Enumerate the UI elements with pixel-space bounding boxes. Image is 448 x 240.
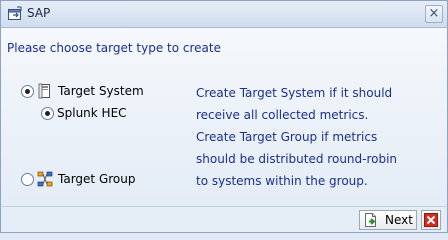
next-label: Next xyxy=(385,213,413,227)
description-line: Create Target Group if metrics xyxy=(196,130,378,144)
title-bar[interactable]: SAP × xyxy=(1,1,447,28)
close-icon: × xyxy=(428,6,440,21)
button-bar: Next xyxy=(1,206,447,232)
next-button[interactable]: Next xyxy=(359,210,417,230)
target-group-radio[interactable] xyxy=(21,172,34,186)
target-group-label: Target Group xyxy=(58,172,136,186)
description-line: receive all collected metrics. xyxy=(196,108,369,122)
description-line: to systems within the group. xyxy=(196,174,368,188)
cancel-icon xyxy=(424,213,438,227)
next-icon xyxy=(365,213,376,227)
dialog-title: SAP xyxy=(27,6,51,20)
target-group-icon xyxy=(37,171,53,187)
target-system-radio[interactable] xyxy=(21,84,34,98)
dialog-content: Please choose target type to create Targ… xyxy=(1,28,447,206)
cancel-button[interactable] xyxy=(421,210,441,230)
description-line: should be distributed round-robin xyxy=(196,152,398,166)
option-splunk-hec[interactable]: Splunk HEC xyxy=(41,105,127,121)
description-line: Create Target System if it should xyxy=(196,86,393,100)
dialog-window: SAP × Please choose target type to creat… xyxy=(0,0,448,233)
option-target-group[interactable]: Target Group xyxy=(21,171,135,187)
dialog-icon xyxy=(7,6,23,22)
target-system-label: Target System xyxy=(58,84,144,98)
option-target-system[interactable]: Target System xyxy=(21,83,144,99)
close-button[interactable]: × xyxy=(425,5,443,23)
prompt-text: Please choose target type to create xyxy=(7,41,221,55)
splunk-hec-label: Splunk HEC xyxy=(57,106,127,120)
target-system-icon xyxy=(37,83,53,99)
splunk-hec-radio[interactable] xyxy=(41,106,54,120)
description-text: Create Target System if it should receiv… xyxy=(196,82,436,192)
